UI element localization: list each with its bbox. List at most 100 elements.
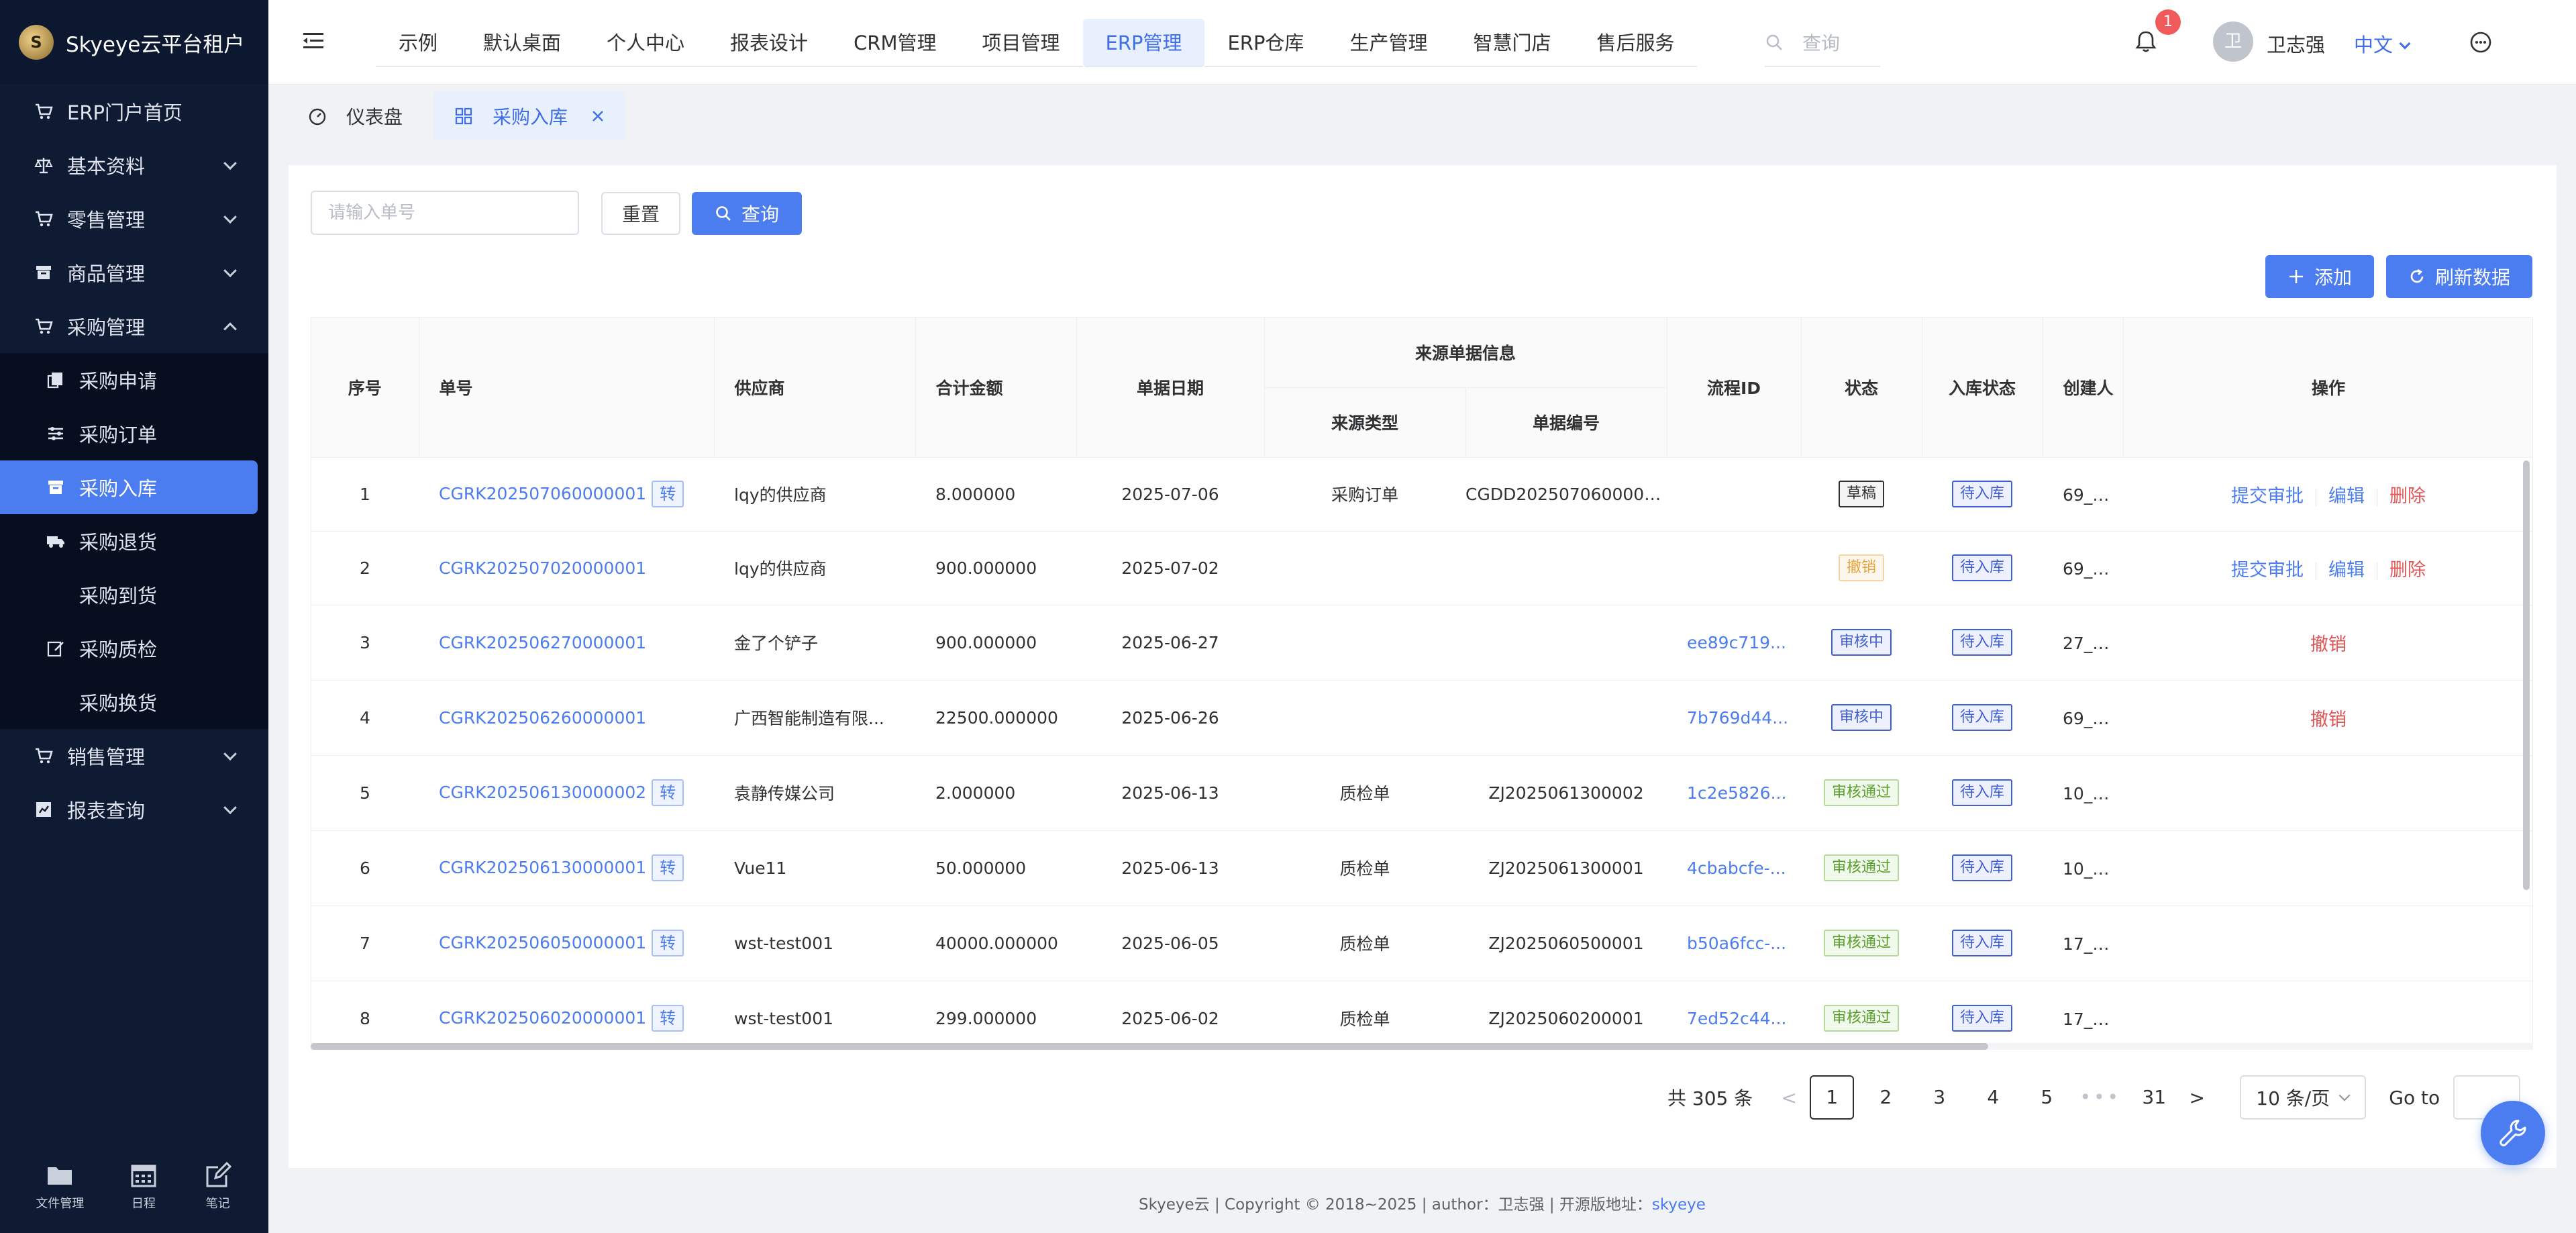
close-icon[interactable] xyxy=(590,109,605,124)
flow-id-link[interactable]: 7ed52c44... xyxy=(1687,1009,1786,1028)
sidebar-item[interactable]: 采购订单 xyxy=(0,407,268,460)
order-number-link[interactable]: CGRK202507020000001 xyxy=(439,558,646,578)
top-nav-item[interactable]: 报表设计 xyxy=(707,19,831,67)
tab-purchase-inbound[interactable]: 采购入库 xyxy=(433,92,626,140)
top-nav-item[interactable]: 项目管理 xyxy=(959,19,1083,67)
order-number-link[interactable]: CGRK202507060000001 xyxy=(439,484,646,503)
language-label: 中文 xyxy=(2354,34,2393,56)
cell-status: 审核中 xyxy=(1801,605,1922,681)
order-number-link[interactable]: CGRK202506130000001 xyxy=(439,858,646,877)
order-number-input[interactable] xyxy=(311,191,579,235)
order-number-link[interactable]: CGRK202506050000001 xyxy=(439,933,646,952)
row-action-button[interactable]: 提交审批 xyxy=(2231,486,2304,507)
order-number-link[interactable]: CGRK202506270000001 xyxy=(439,633,646,652)
top-nav-item[interactable]: 售后服务 xyxy=(1574,19,1698,67)
sliders-icon xyxy=(44,422,67,445)
top-nav-item[interactable]: 生产管理 xyxy=(1327,19,1451,67)
top-nav-item[interactable]: ERP仓库 xyxy=(1204,19,1327,67)
order-number-link[interactable]: CGRK202506020000001 xyxy=(439,1008,646,1028)
page-number[interactable]: 5 xyxy=(2024,1075,2069,1120)
top-nav-item[interactable]: 默认桌面 xyxy=(460,19,584,67)
transfer-badge[interactable]: 转 xyxy=(652,779,684,806)
flow-id-link[interactable]: ee89c719... xyxy=(1687,633,1786,652)
flow-id-link[interactable]: 1c2e5826... xyxy=(1687,783,1786,803)
order-number-link[interactable]: CGRK202506260000001 xyxy=(439,708,646,728)
page-number[interactable]: 3 xyxy=(1917,1075,1961,1120)
sidebar-item[interactable]: 零售管理 xyxy=(0,192,268,246)
reset-button[interactable]: 重置 xyxy=(601,192,680,235)
row-action-button[interactable]: 删除 xyxy=(2389,560,2426,581)
sidebar-item[interactable]: 采购到货 xyxy=(0,568,268,622)
col-status: 状态 xyxy=(1801,317,1922,458)
refresh-button[interactable]: 刷新数据 xyxy=(2386,255,2532,298)
transfer-badge[interactable]: 转 xyxy=(652,1005,684,1032)
flow-id-link[interactable]: 4cbabcfe-... xyxy=(1687,858,1786,878)
tab-dashboard[interactable]: 仪表盘 xyxy=(287,92,423,140)
sidebar-item[interactable]: 采购申请 xyxy=(0,353,268,407)
add-button[interactable]: 添加 xyxy=(2265,255,2374,298)
top-nav-item[interactable]: ERP管理 xyxy=(1082,19,1205,67)
top-nav-item[interactable]: 个人中心 xyxy=(584,19,708,67)
horizontal-scrollbar-thumb[interactable] xyxy=(311,1043,1988,1050)
search-icon xyxy=(716,206,731,221)
sidebar-item[interactable]: ERP门户首页 xyxy=(0,85,268,138)
transfer-badge[interactable]: 转 xyxy=(652,930,684,956)
sidebar-tool[interactable]: 日程 xyxy=(129,1161,158,1212)
prev-page-button[interactable]: < xyxy=(1773,1087,1805,1109)
pagination-more[interactable]: ••• xyxy=(2078,1075,2122,1120)
sidebar-item[interactable]: 采购质检 xyxy=(0,622,268,675)
table-body: 1 CGRK202507060000001 转 lqy的供应商 8.000000 2025… xyxy=(311,457,2532,1048)
sidebar-item[interactable]: 商品管理 xyxy=(0,246,268,299)
page-number[interactable]: 4 xyxy=(1971,1075,2015,1120)
cell-source-no: ZJ2025060500001 xyxy=(1465,905,1667,981)
sidebar-item[interactable]: 基本资料 xyxy=(0,138,268,192)
menu-fold-icon[interactable] xyxy=(302,30,325,52)
brand[interactable]: S Skyeye云平台租户 xyxy=(0,0,268,85)
vertical-scrollbar[interactable] xyxy=(2523,460,2530,890)
bell-icon[interactable] xyxy=(2132,28,2159,55)
sidebar-item[interactable]: 采购入库 xyxy=(0,460,258,514)
row-action-button[interactable]: 编辑 xyxy=(2328,560,2365,581)
status-badge: 审核通过 xyxy=(1824,1005,1900,1032)
transfer-badge[interactable]: 转 xyxy=(652,481,684,507)
chat-icon[interactable] xyxy=(2468,30,2493,55)
sidebar-item[interactable]: 报表查询 xyxy=(0,783,268,836)
next-page-button[interactable]: > xyxy=(2181,1087,2213,1109)
row-action-button[interactable]: 撤销 xyxy=(2310,709,2347,730)
row-action-button[interactable]: 编辑 xyxy=(2328,486,2365,507)
sidebar-item-label: 商品管理 xyxy=(67,262,146,285)
cell-stock-status: 待入库 xyxy=(1922,457,2043,532)
cell-amount: 900.000000 xyxy=(915,605,1076,681)
inbox-icon xyxy=(44,476,67,499)
sidebar-item[interactable]: 采购换货 xyxy=(0,675,268,729)
horizontal-scrollbar[interactable] xyxy=(311,1043,2533,1050)
sidebar-item[interactable]: 采购退货 xyxy=(0,514,268,568)
order-number-link[interactable]: CGRK202506130000002 xyxy=(439,783,646,802)
page-last[interactable]: 31 xyxy=(2132,1075,2176,1120)
chevron-down-icon xyxy=(223,210,237,224)
sidebar-tool[interactable]: 笔记 xyxy=(203,1161,233,1212)
row-action-button[interactable]: 撤销 xyxy=(2310,634,2347,655)
avatar[interactable]: 卫 xyxy=(2213,21,2253,62)
transfer-badge[interactable]: 转 xyxy=(652,854,684,881)
top-nav-item[interactable]: 智慧门店 xyxy=(1450,19,1574,67)
sidebar-tool[interactable]: 文件管理 xyxy=(36,1161,84,1212)
top-nav-item[interactable]: CRM管理 xyxy=(831,19,960,67)
sidebar-item[interactable]: 采购管理 xyxy=(0,299,268,353)
row-action-button[interactable]: 删除 xyxy=(2389,486,2426,507)
flow-id-link[interactable]: 7b769d44... xyxy=(1687,708,1788,728)
settings-fab[interactable] xyxy=(2481,1101,2545,1165)
language-select[interactable]: 中文 xyxy=(2354,30,2411,58)
page-number[interactable]: 1 xyxy=(1810,1075,1855,1120)
page-size-select[interactable]: 10 条/页 xyxy=(2240,1075,2367,1120)
user-name[interactable]: 卫志强 xyxy=(2267,30,2325,58)
page-number[interactable]: 2 xyxy=(1863,1075,1908,1120)
note-icon xyxy=(203,1161,233,1190)
sidebar-item[interactable]: 销售管理 xyxy=(0,729,268,783)
row-action-button[interactable]: 提交审批 xyxy=(2231,560,2304,581)
flow-id-link[interactable]: b50a6fcc-... xyxy=(1687,934,1786,953)
top-nav-item[interactable]: 示例 xyxy=(376,19,461,67)
top-search[interactable]: 查询 xyxy=(1765,19,1881,67)
footer-link[interactable]: skyeye xyxy=(1652,1196,1706,1214)
query-button[interactable]: 查询 xyxy=(692,192,802,235)
